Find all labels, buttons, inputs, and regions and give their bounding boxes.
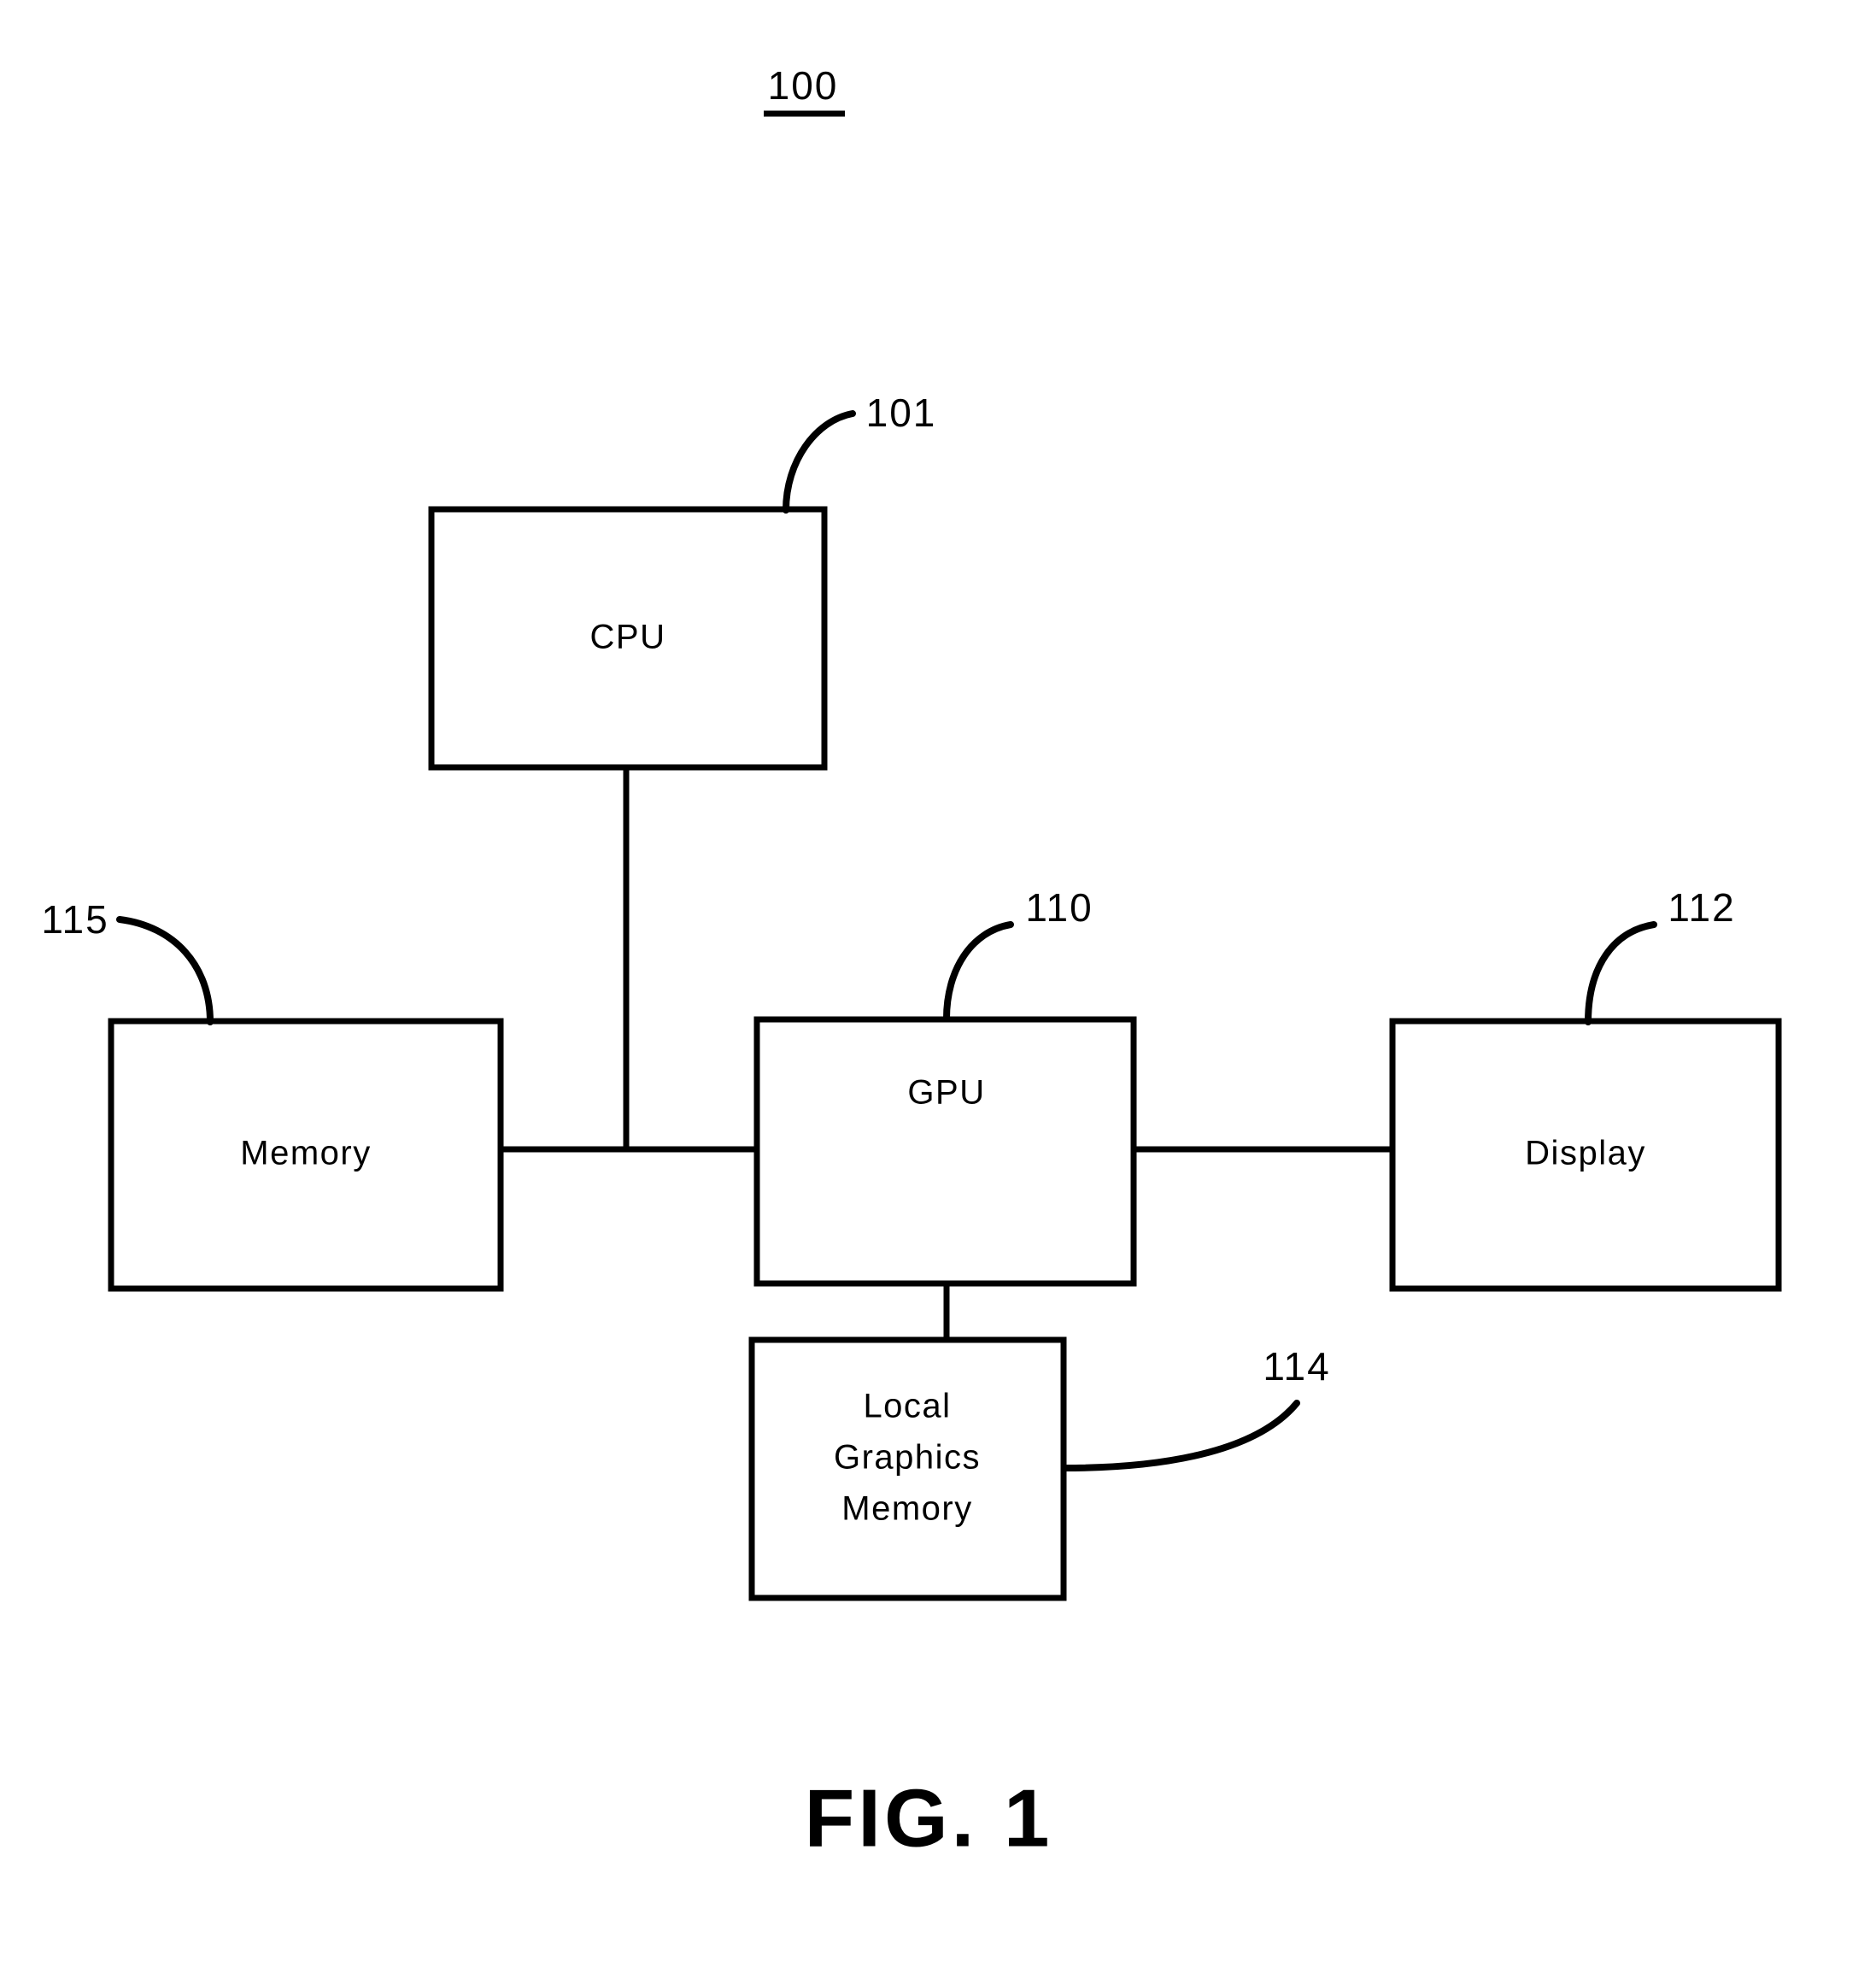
figure-caption: FIG. 1 bbox=[805, 1772, 1053, 1864]
leader-line-112 bbox=[1585, 921, 1657, 1025]
figure-number: 100 bbox=[768, 63, 839, 108]
local-graphics-memory-label-line3: Memory bbox=[841, 1490, 972, 1528]
reference-numeral-101: 101 bbox=[866, 391, 937, 435]
figure-canvas: 100 CPU 101 Memory 115 GPU 110 Display 1… bbox=[41, 63, 1782, 1864]
patent-figure: 100 CPU 101 Memory 115 GPU 110 Display 1… bbox=[0, 0, 1876, 1985]
gpu-box bbox=[753, 1016, 1137, 1287]
leader-line-110 bbox=[943, 921, 1014, 1022]
cpu-box-label: CPU bbox=[590, 619, 666, 656]
leader-line-114 bbox=[1061, 1400, 1300, 1471]
reference-numeral-112: 112 bbox=[1668, 885, 1735, 930]
gpu-box-label: GPU bbox=[907, 1074, 985, 1112]
reference-numeral-114: 114 bbox=[1263, 1344, 1330, 1389]
reference-numeral-115: 115 bbox=[41, 897, 108, 942]
reference-numeral-110: 110 bbox=[1025, 885, 1093, 930]
leader-line-101 bbox=[783, 410, 856, 514]
local-graphics-memory-label-line1: Local bbox=[863, 1388, 951, 1425]
display-box-label: Display bbox=[1525, 1135, 1646, 1172]
local-graphics-memory-label-line2: Graphics bbox=[834, 1439, 981, 1477]
memory-box-label: Memory bbox=[240, 1135, 371, 1172]
leader-line-115 bbox=[116, 916, 214, 1025]
